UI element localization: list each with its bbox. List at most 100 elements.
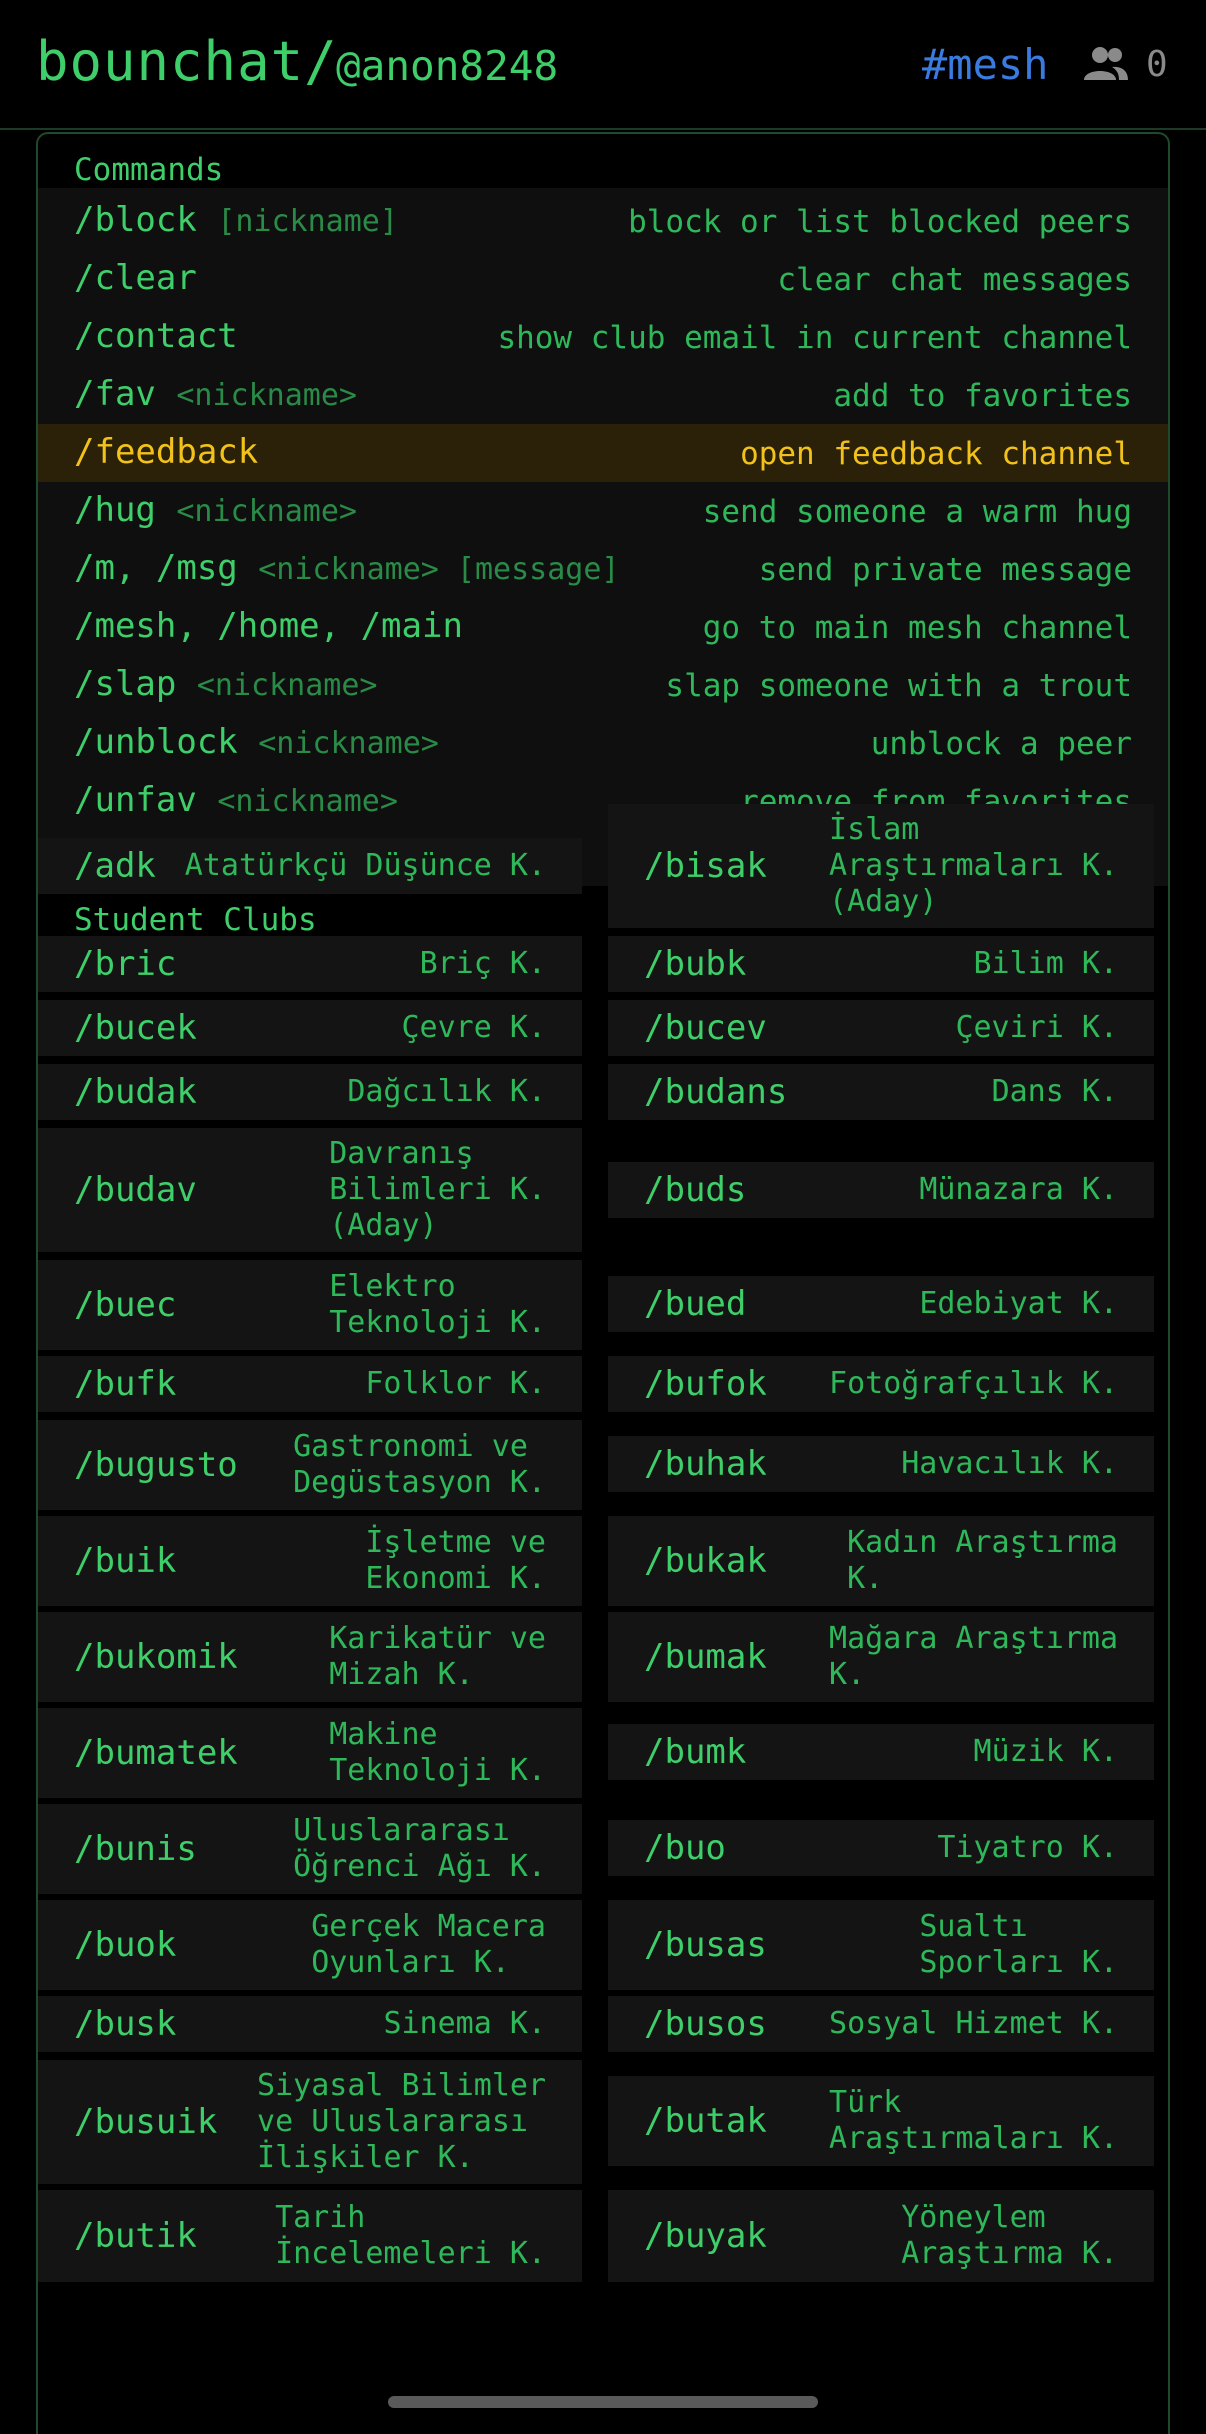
club-item[interactable]: /budav Davranış Bilimleri K. (Aday) [38, 1128, 582, 1252]
club-item[interactable]: /bukomik Karikatür ve Mizah K. [38, 1612, 582, 1702]
club-name: Tarih İncelemeleri K. [275, 2200, 546, 2271]
club-item[interactable]: /butik Tarih İncelemeleri K. [38, 2190, 582, 2282]
club-command: /buec [74, 1285, 177, 1325]
club-name: İslam Araştırmaları K. (Aday) [829, 812, 1118, 919]
command-description: send private message [758, 552, 1132, 588]
club-name: Gerçek Macera Oyunları K. [311, 1909, 546, 1980]
club-item[interactable]: /buds Münazara K. [608, 1162, 1154, 1218]
club-name: Gastronomi ve Degüstasyon K. [293, 1429, 546, 1500]
command-description: show club email in current channel [497, 320, 1132, 356]
club-command: /buik [74, 1541, 177, 1581]
club-name: Havacılık K. [901, 1446, 1118, 1481]
home-indicator[interactable] [388, 2396, 818, 2408]
club-item[interactable]: /bucek Çevre K. [38, 1000, 582, 1056]
club-item[interactable]: /budans Dans K. [608, 1064, 1154, 1120]
club-item[interactable]: /budak Dağcılık K. [38, 1064, 582, 1120]
club-item[interactable]: /busuik Siyasal Bilimler ve Uluslararası … [38, 2060, 582, 2184]
club-item[interactable]: /bric Briç K. [38, 936, 582, 992]
club-command: /bumk [644, 1732, 747, 1772]
command-name: /slap <nickname> [74, 664, 377, 704]
command-row[interactable]: /contact show club email in current chann… [38, 308, 1168, 366]
club-item[interactable]: /bukak Kadın Araştırma K. [608, 1516, 1154, 1606]
club-name: Münazara K. [919, 1172, 1118, 1207]
club-command: /budav [74, 1170, 197, 1210]
club-name: Müzik K. [973, 1734, 1119, 1769]
club-item[interactable]: /adk Atatürkçü Düşünce K. [38, 838, 582, 894]
club-item[interactable]: /buo Tiyatro K. [608, 1820, 1154, 1876]
club-item[interactable]: /butak Türk Araştırmaları K. [608, 2076, 1154, 2166]
club-item[interactable]: /busas Sualtı Sporları K. [608, 1900, 1154, 1990]
current-channel[interactable]: #mesh [922, 40, 1048, 89]
club-command: /bumak [644, 1637, 767, 1677]
command-row[interactable]: /unblock <nickname> unblock a peer [38, 714, 1168, 772]
command-name: /unfav <nickname> [74, 780, 398, 820]
command-row[interactable]: /slap <nickname> slap someone with a trou… [38, 656, 1168, 714]
command-description: slap someone with a trout [665, 668, 1132, 704]
club-command: /bisak [644, 846, 767, 886]
command-text: /clear [74, 258, 197, 298]
command-row[interactable]: /block [nickname] block or list blocked p… [38, 192, 1168, 250]
command-text: /slap [74, 664, 177, 704]
club-command: /butik [74, 2216, 197, 2256]
command-row[interactable]: /mesh, /home, /main go to main mesh chann… [38, 598, 1168, 656]
club-command: /bued [644, 1284, 747, 1324]
command-row[interactable]: /fav <nickname> add to favorites [38, 366, 1168, 424]
club-name: Dans K. [991, 1074, 1118, 1109]
command-description: block or list blocked peers [628, 204, 1132, 240]
command-row[interactable]: /m, /msg <nickname> [message] send privat… [38, 540, 1168, 598]
club-item[interactable]: /buok Gerçek Macera Oyunları K. [38, 1900, 582, 1990]
club-item[interactable]: /bued Edebiyat K. [608, 1276, 1154, 1332]
club-item[interactable]: /buik İşletme ve Ekonomi K. [38, 1516, 582, 1606]
club-command: /busk [74, 2004, 177, 2044]
command-row[interactable]: /feedback open feedback channel [38, 424, 1168, 482]
club-item[interactable]: /busos Sosyal Hizmet K. [608, 1996, 1154, 2052]
club-name: Folklor K. [365, 1366, 546, 1401]
club-item[interactable]: /bumak Mağara Araştırma K. [608, 1612, 1154, 1702]
command-row[interactable]: /clear clear chat messages [38, 250, 1168, 308]
club-name: Elektro Teknoloji K. [329, 1269, 546, 1340]
club-item[interactable]: /bucev Çeviri K. [608, 1000, 1154, 1056]
club-item[interactable]: /bufk Folklor K. [38, 1356, 582, 1412]
club-command: /adk [74, 846, 156, 886]
club-item[interactable]: /bufok Fotoğrafçılık K. [608, 1356, 1154, 1412]
club-name: Makine Teknoloji K. [329, 1717, 546, 1788]
club-command: /bucek [74, 1008, 197, 1048]
club-command: /buds [644, 1170, 747, 1210]
command-args: <nickname> [196, 668, 378, 703]
club-command: /busuik [74, 2102, 218, 2142]
command-text: /hug [74, 490, 156, 530]
command-name: /clear [74, 258, 197, 298]
club-command: /bukak [644, 1541, 767, 1581]
club-item[interactable]: /buec Elektro Teknoloji K. [38, 1260, 582, 1350]
club-item[interactable]: /bisak İslam Araştırmaları K. (Aday) [608, 804, 1154, 928]
club-item[interactable]: /bubk Bilim K. [608, 936, 1154, 992]
club-command: /buyak [644, 2216, 767, 2256]
club-command: /busas [644, 1925, 767, 1965]
command-text: /m, /msg [74, 548, 238, 588]
club-item[interactable]: /buyak Yöneylem Araştırma K. [608, 2190, 1154, 2282]
club-item[interactable]: /bunis Uluslararası Öğrenci Ağı K. [38, 1804, 582, 1894]
command-panel: Commands /block [nickname] block or list … [36, 132, 1170, 2434]
club-name: Çevre K. [401, 1010, 547, 1045]
club-command: /bucev [644, 1008, 767, 1048]
command-description: open feedback channel [740, 436, 1132, 472]
club-item[interactable]: /buhak Havacılık K. [608, 1436, 1154, 1492]
command-text: /unblock [74, 722, 238, 762]
people-icon[interactable] [1082, 44, 1130, 84]
club-item[interactable]: /bugusto Gastronomi ve Degüstasyon K. [38, 1420, 582, 1510]
club-item[interactable]: /bumatek Makine Teknoloji K. [38, 1708, 582, 1798]
command-name: /block [nickname] [74, 200, 398, 240]
club-name: Bilim K. [973, 946, 1119, 981]
club-command: /buo [644, 1828, 726, 1868]
club-command: /busos [644, 2004, 767, 2044]
command-row[interactable]: /hug <nickname> send someone a warm hug [38, 482, 1168, 540]
command-description: unblock a peer [870, 726, 1132, 762]
club-name: Siyasal Bilimler ve Uluslararası İlişkil… [257, 2068, 546, 2175]
command-args: <nickname> [217, 784, 398, 819]
user-handle[interactable]: @anon8248 [336, 42, 558, 90]
club-command: /bugusto [74, 1445, 238, 1485]
command-args: <nickname> [176, 378, 357, 413]
command-name: /hug <nickname> [74, 490, 357, 530]
club-item[interactable]: /busk Sinema K. [38, 1996, 582, 2052]
club-item[interactable]: /bumk Müzik K. [608, 1724, 1154, 1780]
